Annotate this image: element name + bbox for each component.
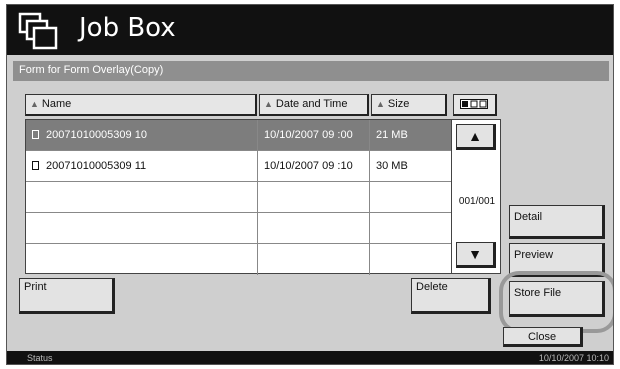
- empty-cell: [370, 244, 452, 275]
- sort-triangle-icon: ▲: [264, 99, 273, 109]
- view-toggle-button[interactable]: [453, 94, 497, 116]
- column-size-label: Size: [387, 98, 410, 110]
- table-row[interactable]: 20071010005309 10 10/10/2007 09 :00 21 M…: [26, 120, 452, 151]
- store-file-button[interactable]: Store File: [509, 281, 605, 317]
- job-box-icon: [18, 12, 58, 50]
- column-name-label: Name: [41, 98, 72, 110]
- preview-button[interactable]: Preview: [509, 243, 605, 277]
- table-row: [26, 244, 452, 275]
- empty-cell: [26, 244, 258, 275]
- file-size: 21 MB: [376, 129, 408, 141]
- empty-cell: [370, 182, 452, 213]
- detail-button[interactable]: Detail: [509, 205, 605, 239]
- column-date-label: Date and Time: [275, 98, 348, 110]
- job-box-screen: Job Box Form for Form Overlay(Copy) ▲ Nam…: [6, 4, 614, 365]
- title-bar: Job Box: [7, 5, 613, 55]
- empty-cell: [258, 244, 370, 275]
- empty-cell: [258, 213, 370, 244]
- view-toggle-icon: [460, 99, 488, 109]
- file-icon: [32, 130, 39, 139]
- column-header-size[interactable]: ▲ Size: [371, 94, 447, 116]
- file-icon: [32, 161, 39, 170]
- scroll-up-icon: ▲: [468, 128, 482, 144]
- column-header-date[interactable]: ▲ Date and Time: [259, 94, 369, 116]
- empty-cell: [26, 213, 258, 244]
- file-size: 30 MB: [376, 160, 408, 172]
- scroll-panel: ▲ 001/001 ▼: [451, 119, 501, 274]
- sort-triangle-icon: ▲: [376, 99, 385, 109]
- file-name-cell: 20071010005309 10: [26, 120, 258, 151]
- delete-button[interactable]: Delete: [411, 278, 491, 314]
- file-date: 10/10/2007 09 :10: [258, 151, 370, 182]
- table-row: [26, 213, 452, 244]
- column-header-name[interactable]: ▲ Name: [25, 94, 257, 116]
- close-button[interactable]: Close: [503, 327, 583, 347]
- empty-cell: [370, 213, 452, 244]
- file-name: 20071010005309 10: [46, 129, 147, 141]
- sort-triangle-icon: ▲: [30, 99, 39, 109]
- status-datetime: 10/10/2007 10:10: [538, 353, 609, 363]
- scroll-down-button[interactable]: ▼: [456, 242, 496, 268]
- subheader: Form for Form Overlay(Copy): [13, 61, 609, 81]
- page-indicator: 001/001: [458, 196, 496, 207]
- window-title: Job Box: [79, 13, 176, 43]
- file-name: 20071010005309 11: [46, 160, 147, 172]
- table-row[interactable]: 20071010005309 11 10/10/2007 09 :10 30 M…: [26, 151, 452, 182]
- empty-cell: [26, 182, 258, 213]
- status-label[interactable]: Status: [27, 353, 53, 363]
- print-button[interactable]: Print: [19, 278, 115, 314]
- scroll-up-button[interactable]: ▲: [456, 124, 496, 150]
- scroll-down-icon: ▼: [468, 246, 482, 262]
- empty-cell: [258, 182, 370, 213]
- file-name-cell: 20071010005309 11: [26, 151, 258, 182]
- table-row: [26, 182, 452, 213]
- file-table: 20071010005309 10 10/10/2007 09 :00 21 M…: [25, 119, 453, 275]
- status-bar: Status 10/10/2007 10:10: [7, 351, 613, 364]
- file-date: 10/10/2007 09 :00: [258, 120, 370, 151]
